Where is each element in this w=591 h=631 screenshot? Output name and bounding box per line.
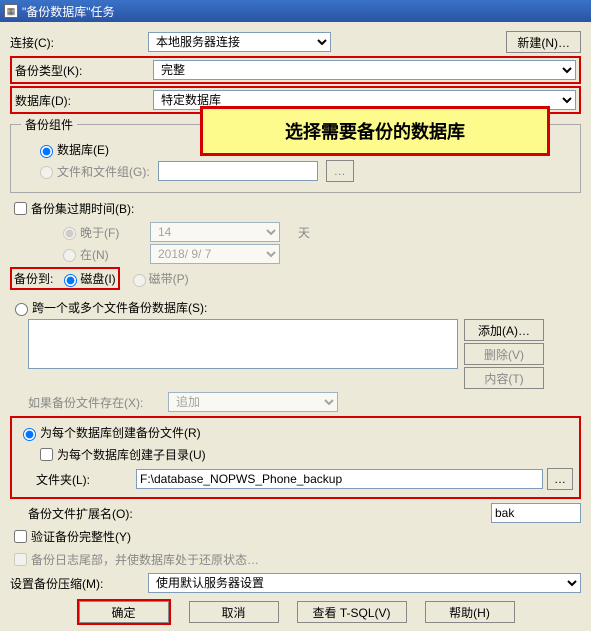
label-extension: 备份文件扩展名(O):	[28, 505, 348, 522]
highlight-ok: 确定	[77, 599, 171, 625]
new-connection-button[interactable]: 新建(N)…	[506, 31, 581, 53]
backup-files-listbox[interactable]	[28, 319, 458, 369]
row-across-files: 跨一个或多个文件备份数据库(S):	[10, 299, 581, 316]
label-connection: 连接(C):	[10, 34, 148, 51]
row-expire-after: 晚于(F) 14 天	[58, 222, 581, 242]
checkbox-log-tail	[14, 553, 27, 566]
filelist-side-buttons: 添加(A)… 删除(V) 内容(T)	[464, 319, 544, 389]
row-verify: 验证备份完整性(Y)	[10, 527, 581, 546]
extension-input[interactable]	[491, 503, 581, 523]
if-exists-select: 追加	[168, 392, 338, 412]
checkbox-per-db-subdir[interactable]	[40, 448, 53, 461]
row-backup-type: 备份类型(K): 完整	[10, 56, 581, 84]
label-across-files: 跨一个或多个文件备份数据库(S):	[32, 299, 207, 316]
window-titlebar: ▦ "备份数据库"任务	[0, 0, 591, 22]
row-folder: 文件夹(L): …	[36, 468, 573, 490]
row-per-db-file: 为每个数据库创建备份文件(R)	[18, 424, 573, 441]
label-if-exists: 如果备份文件存在(X):	[28, 394, 168, 411]
label-log-tail: 备份日志尾部，并使数据库处于还原状态…	[31, 551, 259, 568]
row-extension: 备份文件扩展名(O):	[28, 503, 581, 523]
help-button[interactable]: 帮助(H)	[425, 601, 515, 623]
label-expire-on: 在(N)	[80, 246, 150, 263]
filegroups-text	[158, 161, 318, 181]
callout-select-db: 选择需要备份的数据库	[200, 106, 550, 156]
backup-type-select[interactable]: 完整	[153, 60, 576, 80]
label-expire: 备份集过期时间(B):	[31, 200, 134, 217]
label-backup-to-tape: 磁带(P)	[149, 270, 189, 287]
dialog-button-bar: 确定 取消 查看 T-SQL(V) 帮助(H)	[10, 599, 581, 625]
row-if-exists: 如果备份文件存在(X): 追加	[28, 392, 581, 412]
row-filelist: 添加(A)… 删除(V) 内容(T)	[28, 319, 581, 389]
expire-date-select: 2018/ 9/ 7	[150, 244, 280, 264]
row-connection: 连接(C): 本地服务器连接 新建(N)…	[10, 31, 581, 53]
row-log-tail: 备份日志尾部，并使数据库处于还原状态…	[10, 550, 581, 569]
radio-component-database[interactable]	[40, 145, 53, 158]
label-component-database: 数据库(E)	[57, 141, 109, 158]
wrap-backup-to-tape: 磁带(P)	[128, 270, 189, 287]
row-compression: 设置备份压缩(M): 使用默认服务器设置	[10, 573, 581, 593]
radio-expire-after	[63, 227, 76, 240]
remove-file-button: 删除(V)	[464, 343, 544, 365]
row-per-db-subdir: 为每个数据库创建子目录(U)	[36, 445, 573, 464]
highlight-per-db-file: 为每个数据库创建备份文件(R) 为每个数据库创建子目录(U) 文件夹(L): …	[10, 416, 581, 499]
radio-expire-on	[63, 249, 76, 262]
label-folder: 文件夹(L):	[36, 471, 136, 488]
compression-select[interactable]: 使用默认服务器设置	[148, 573, 581, 593]
highlight-backup-to: 备份到: 磁盘(I)	[10, 267, 120, 290]
ok-button[interactable]: 确定	[79, 601, 169, 623]
label-compression: 设置备份压缩(M):	[10, 575, 148, 592]
expire-days-select: 14	[150, 222, 280, 242]
row-expire-on: 在(N) 2018/ 9/ 7	[58, 244, 581, 264]
radio-filegroups-wrap: 文件和文件组(G): …	[35, 160, 570, 182]
label-backup-to-disk: 磁盘(I)	[80, 270, 115, 287]
row-expire: 备份集过期时间(B):	[10, 199, 581, 218]
label-days: 天	[298, 224, 310, 241]
filegroups-browse-button: …	[326, 160, 354, 182]
cancel-button[interactable]: 取消	[189, 601, 279, 623]
radio-component-filegroups	[40, 166, 53, 179]
callout-text: 选择需要备份的数据库	[285, 118, 465, 144]
label-per-db-file: 为每个数据库创建备份文件(R)	[40, 424, 201, 441]
window-title: "备份数据库"任务	[22, 3, 115, 20]
row-backup-to: 备份到: 磁盘(I) 磁带(P)	[10, 267, 581, 290]
group-backup-components-legend: 备份组件	[21, 116, 77, 133]
folder-browse-button[interactable]: …	[547, 468, 573, 490]
radio-per-db-file[interactable]	[23, 428, 36, 441]
radio-backup-to-tape	[133, 274, 146, 287]
app-icon: ▦	[4, 4, 18, 18]
checkbox-verify[interactable]	[14, 530, 27, 543]
label-component-filegroups: 文件和文件组(G):	[57, 163, 150, 180]
radio-across-files[interactable]	[15, 303, 28, 316]
label-database: 数据库(D):	[15, 92, 153, 109]
label-backup-to: 备份到:	[14, 270, 53, 287]
checkbox-expire[interactable]	[14, 202, 27, 215]
folder-input[interactable]	[136, 469, 543, 489]
label-verify: 验证备份完整性(Y)	[31, 528, 131, 545]
connection-select[interactable]: 本地服务器连接	[148, 32, 331, 52]
contents-button: 内容(T)	[464, 367, 544, 389]
radio-backup-to-disk[interactable]	[64, 274, 77, 287]
label-backup-type: 备份类型(K):	[15, 62, 153, 79]
add-file-button[interactable]: 添加(A)…	[464, 319, 544, 341]
view-tsql-button[interactable]: 查看 T-SQL(V)	[297, 601, 407, 623]
label-expire-after: 晚于(F)	[80, 224, 150, 241]
label-per-db-subdir: 为每个数据库创建子目录(U)	[57, 446, 206, 463]
